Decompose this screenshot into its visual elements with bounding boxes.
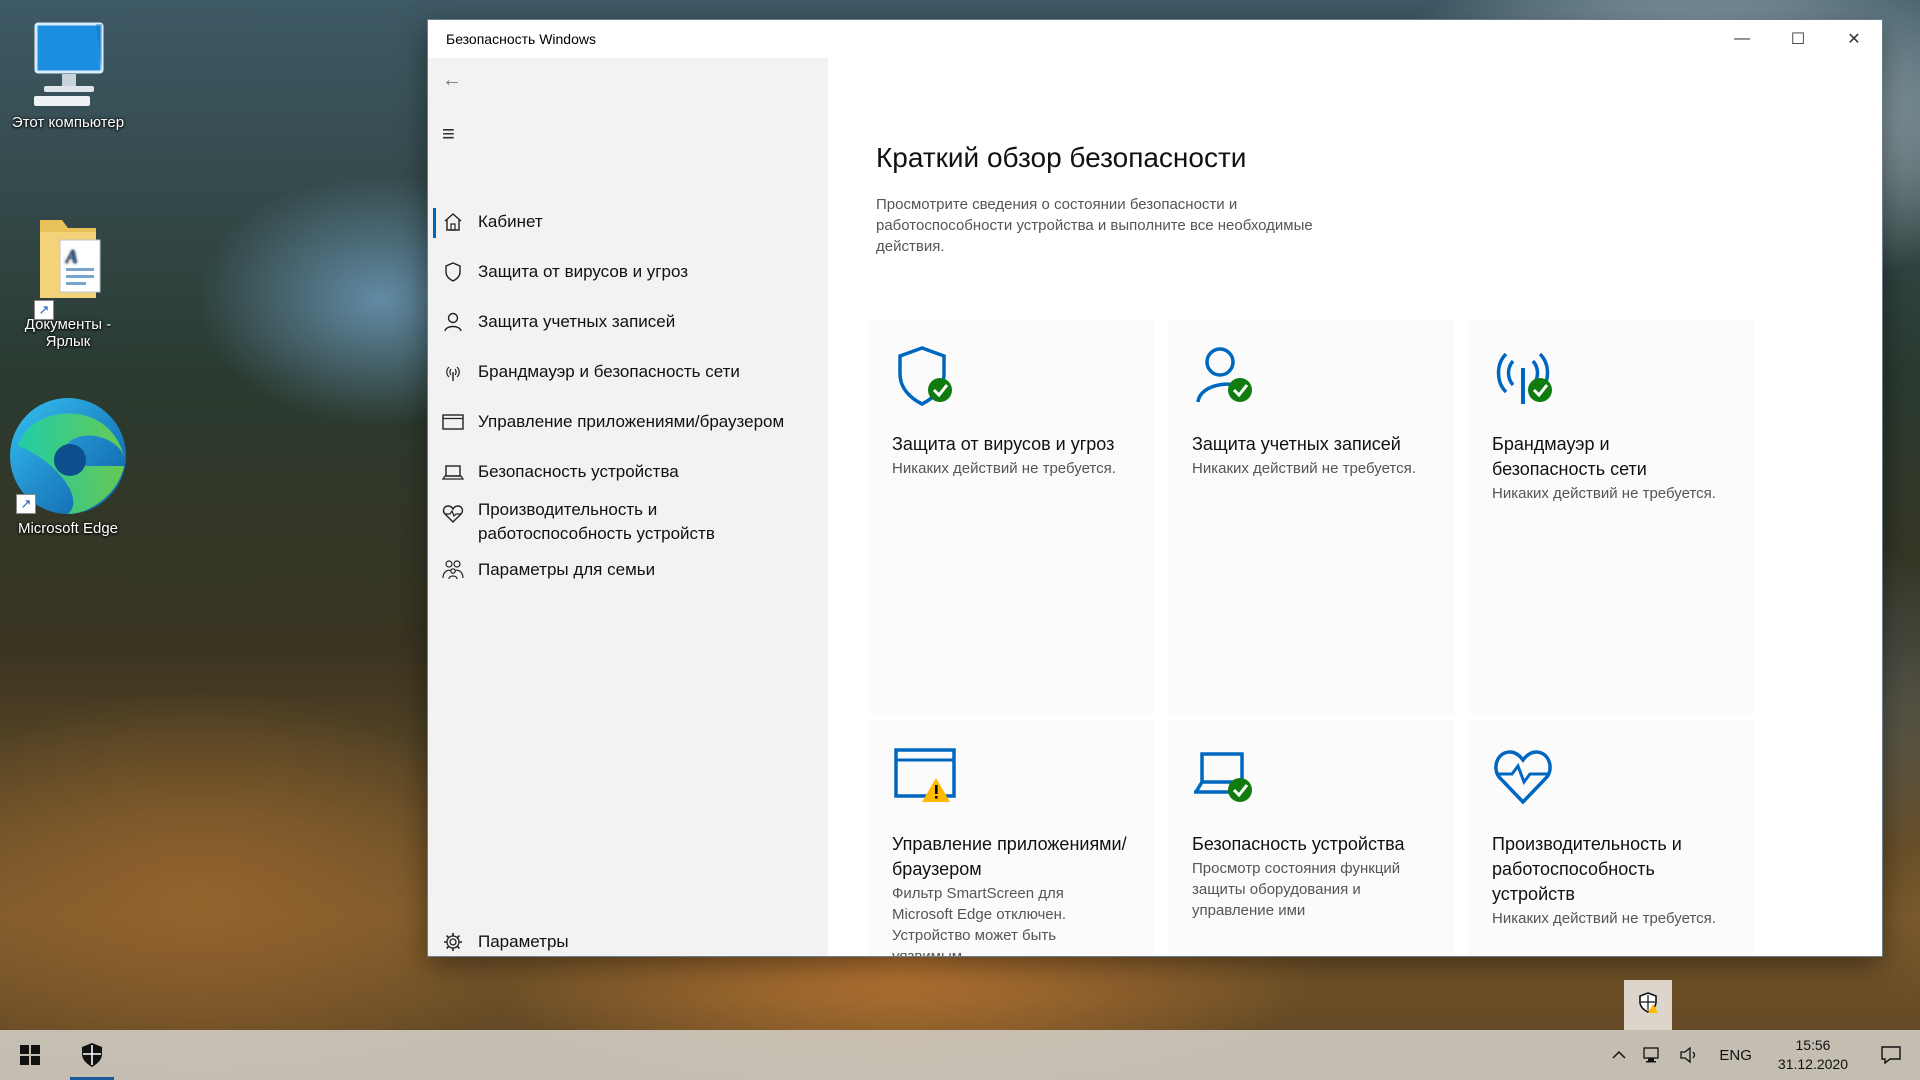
sidebar-item-family[interactable]: Параметры для семьи — [428, 558, 828, 582]
taskbar: ENG 15:56 31.12.2020 — [0, 1030, 1920, 1080]
tile-title: Управление приложениями/браузером — [892, 834, 1127, 879]
sidebar-item-home[interactable]: Кабинет — [428, 208, 828, 238]
tile-firewall[interactable]: Брандмауэр и безопасность сети Никаких д… — [1468, 320, 1754, 714]
network-icon — [1643, 1047, 1660, 1063]
app-browser-icon — [892, 744, 962, 814]
sidebar-item-firewall[interactable]: Брандмауэр и безопасность сети — [428, 360, 828, 384]
notification-icon — [1881, 1046, 1901, 1065]
shortcut-arrow-icon: ↗ — [16, 494, 36, 514]
computer-icon — [26, 18, 110, 110]
tile-status: Фильтр SmartScreen для Microsoft Edge от… — [892, 885, 1067, 956]
speaker-icon — [1680, 1046, 1696, 1064]
input-language[interactable]: ENG — [1707, 1047, 1764, 1064]
network-button[interactable] — [1635, 1046, 1671, 1064]
home-icon — [428, 210, 478, 232]
minimize-button[interactable]: — — [1714, 20, 1770, 58]
volume-button[interactable] — [1671, 1046, 1707, 1064]
desktop-icon-edge[interactable]: ↗ Microsoft Edge — [8, 396, 128, 537]
page-subtitle: Просмотрите сведения о состоянии безопас… — [876, 196, 1313, 255]
title-bar: Безопасность Windows — ☐ ✕ — [428, 20, 1882, 58]
tile-device-security[interactable]: Безопасность устройства Просмотр состоян… — [1168, 720, 1454, 956]
clock-date: 31.12.2020 — [1777, 1056, 1848, 1072]
tile-status: Никаких действий не требуется. — [892, 460, 1116, 477]
app-browser-icon — [428, 410, 478, 432]
sidebar-item-label: Брандмауэр и безопасность сети — [478, 362, 740, 381]
hamburger-icon: ≡ — [442, 121, 455, 146]
family-icon — [428, 558, 478, 580]
heart-icon — [428, 498, 478, 524]
edge-icon: ↗ — [8, 396, 128, 516]
sidebar-item-label: Кабинет — [478, 212, 543, 231]
system-tray: ENG 15:56 31.12.2020 — [1603, 1030, 1920, 1080]
chevron-up-icon — [1612, 1050, 1626, 1059]
windows-security-window: Безопасность Windows — ☐ ✕ ← ≡ Кабинет З… — [428, 20, 1882, 956]
sidebar-item-device-performance[interactable]: Производительность и работоспособность у… — [428, 498, 828, 546]
tile-status: Просмотр состояния функций защиты оборуд… — [1192, 860, 1401, 919]
desktop-icon-this-pc[interactable]: Этот компьютер — [8, 18, 128, 131]
laptop-icon — [428, 460, 478, 482]
tile-device-performance[interactable]: Производительность и работоспособность у… — [1468, 720, 1754, 956]
tile-app-browser[interactable]: Управление приложениями/браузером Фильтр… — [868, 720, 1154, 956]
main-content: Краткий обзор безопасности Просмотрите с… — [828, 58, 1882, 956]
close-button[interactable]: ✕ — [1826, 20, 1882, 58]
shield-icon — [892, 344, 962, 414]
heart-icon — [1492, 744, 1562, 814]
folder-shortcut-icon: A ↗ — [26, 212, 110, 320]
shield-icon — [428, 260, 478, 282]
desktop-icon-documents[interactable]: A ↗ Документы - Ярлык — [8, 212, 128, 350]
sidebar-item-label: Защита учетных записей — [478, 312, 676, 331]
taskbar-app-windows-security[interactable] — [62, 1030, 122, 1080]
laptop-icon — [1192, 744, 1262, 814]
tile-title: Безопасность устройства — [1192, 834, 1405, 854]
sidebar-item-label: Параметры для семьи — [478, 560, 656, 579]
back-button[interactable]: ← — [428, 58, 462, 102]
tile-status: Никаких действий не требуется. — [1192, 460, 1416, 477]
maximize-button[interactable]: ☐ — [1770, 20, 1826, 58]
sidebar-item-app-browser[interactable]: Управление приложениями/браузером — [428, 410, 828, 434]
shield-icon — [82, 1043, 102, 1067]
tile-title: Защита от вирусов и угроз — [892, 434, 1115, 454]
action-center-button[interactable] — [1862, 1045, 1920, 1065]
clock[interactable]: 15:56 31.12.2020 — [1764, 1036, 1862, 1074]
tile-title: Брандмауэр и безопасность сети — [1492, 434, 1647, 479]
back-arrow-icon: ← — [442, 68, 462, 91]
window-title: Безопасность Windows — [446, 31, 596, 47]
sidebar-item-label: Производительность и работоспособность у… — [478, 500, 715, 543]
tile-status: Никаких действий не требуется. — [1492, 485, 1716, 502]
sidebar-item-settings[interactable]: Параметры — [428, 930, 828, 954]
start-button[interactable] — [0, 1030, 60, 1080]
person-icon — [1192, 344, 1262, 414]
sidebar-item-label: Управление приложениями/браузером — [478, 412, 785, 431]
tile-title: Производительность и работоспособность у… — [1492, 834, 1682, 904]
tray-expand-button[interactable] — [1603, 1047, 1635, 1063]
sidebar-item-account-protection[interactable]: Защита учетных записей — [428, 310, 828, 334]
desktop-icon-label: Документы - Ярлык — [24, 316, 112, 350]
svg-text:A: A — [65, 246, 78, 266]
sidebar-item-virus-protection[interactable]: Защита от вирусов и угроз — [428, 260, 828, 284]
sidebar-item-label: Безопасность устройства — [478, 462, 679, 481]
desktop-icon-label: Этот компьютер — [11, 114, 125, 131]
antenna-icon — [428, 360, 478, 382]
tile-virus-protection[interactable]: Защита от вирусов и угроз Никаких действ… — [868, 320, 1154, 714]
sidebar-item-label: Параметры — [478, 932, 569, 951]
sidebar-item-label: Защита от вирусов и угроз — [478, 262, 689, 281]
antenna-icon — [1492, 344, 1562, 414]
tray-overflow-popup — [1624, 980, 1672, 1030]
security-warning-icon[interactable] — [1637, 991, 1659, 1019]
tile-status: Никаких действий не требуется. — [1492, 910, 1716, 927]
gear-icon — [428, 930, 478, 952]
windows-logo-icon — [20, 1045, 40, 1065]
clock-time: 15:56 — [1795, 1037, 1831, 1053]
menu-button[interactable]: ≡ — [428, 112, 455, 156]
tile-account-protection[interactable]: Защита учетных записей Никаких действий … — [1168, 320, 1454, 714]
sidebar: ← ≡ Кабинет Защита от вирусов и угроз За… — [428, 58, 828, 956]
page-title: Краткий обзор безопасности — [876, 142, 1247, 173]
shortcut-arrow-icon: ↗ — [34, 300, 54, 320]
tile-title: Защита учетных записей — [1192, 434, 1401, 454]
desktop-icon-label: Microsoft Edge — [17, 520, 119, 537]
person-icon — [428, 310, 478, 332]
sidebar-item-device-security[interactable]: Безопасность устройства — [428, 460, 828, 484]
